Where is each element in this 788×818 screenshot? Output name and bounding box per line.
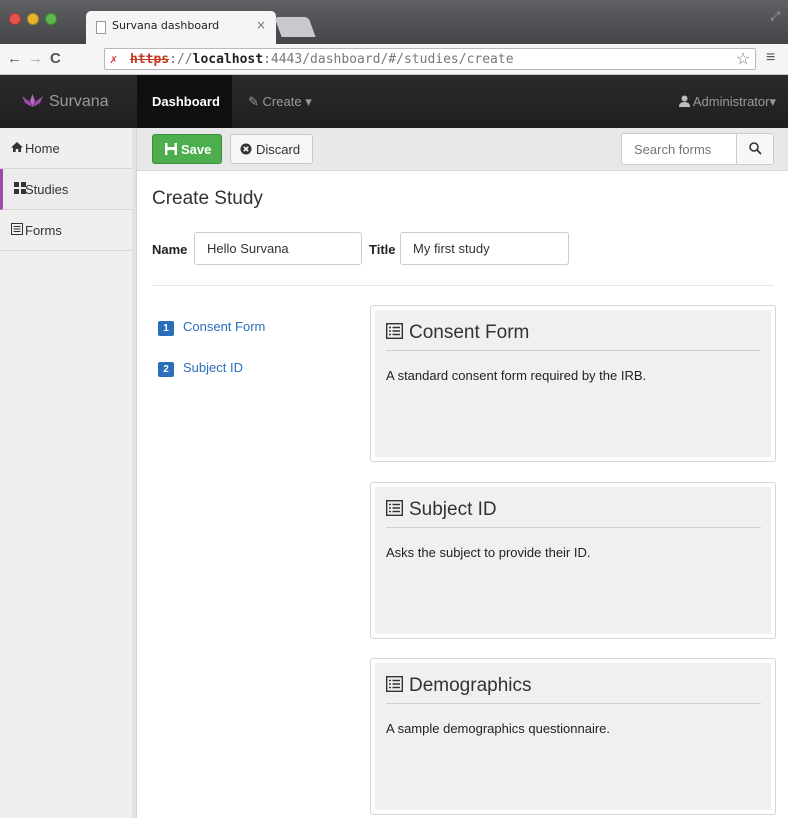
minimize-window-button[interactable] <box>27 13 39 25</box>
insecure-lock-icon[interactable]: ✗ <box>110 52 117 66</box>
brand[interactable]: Survana <box>22 93 109 111</box>
list-icon <box>386 676 403 692</box>
name-label: Name <box>152 242 188 257</box>
title-label: Title <box>369 242 396 257</box>
bookmark-star-icon[interactable]: ☆ <box>736 49 750 69</box>
maximize-window-button[interactable] <box>45 13 57 25</box>
tab-close-icon[interactable]: × <box>256 18 266 32</box>
card-body: Consent Form A standard consent form req… <box>375 310 771 457</box>
user-menu-label: Administrator <box>692 94 770 109</box>
card-title: Consent Form <box>409 322 530 343</box>
page-title: Create Study <box>152 188 263 209</box>
divider <box>152 285 774 286</box>
user-icon <box>678 95 690 107</box>
fullscreen-icon[interactable]: ⤢ <box>770 9 780 24</box>
step-item-consent-form[interactable]: 1 Consent Form <box>158 319 265 336</box>
address-bar[interactable]: ✗ https://localhost:4443/dashboard/#/stu… <box>104 48 756 70</box>
sidebar-item-studies[interactable]: Studies <box>0 169 133 210</box>
step-label: Subject ID <box>183 360 243 375</box>
study-title-field[interactable] <box>400 232 569 265</box>
step-item-subject-id[interactable]: 2 Subject ID <box>158 360 243 377</box>
caret-down-icon: ▾ <box>305 94 312 109</box>
app-navbar: Survana Dashboard ✎ Create ▾ Administrat… <box>0 75 788 128</box>
sidebar-item-home[interactable]: Home <box>0 128 133 169</box>
close-window-button[interactable] <box>9 13 21 25</box>
save-button[interactable]: Save <box>152 134 222 164</box>
lotus-logo-icon <box>22 94 43 107</box>
grid-icon <box>14 182 26 194</box>
list-icon <box>386 323 403 339</box>
nav-create-label: Create <box>262 94 302 109</box>
card-description: Asks the subject to provide their ID. <box>386 545 591 560</box>
floppy-disk-icon <box>165 143 177 155</box>
form-card-consent-form[interactable]: Consent Form A standard consent form req… <box>370 305 776 462</box>
back-arrow-icon[interactable]: ← <box>7 50 22 67</box>
tab-title: Survana dashboard <box>112 19 220 32</box>
circle-x-icon <box>240 143 252 155</box>
search-group <box>621 133 774 165</box>
home-icon <box>11 142 23 152</box>
sidebar-item-label: Studies <box>25 182 69 197</box>
step-number-badge: 2 <box>158 362 174 377</box>
sidebar-item-forms[interactable]: Forms <box>0 210 133 251</box>
sidebar: Home Studies Forms <box>0 128 137 818</box>
user-menu-dropdown[interactable]: Administrator▾ <box>678 94 776 110</box>
card-title: Demographics <box>409 675 532 696</box>
browser-titlebar: Survana dashboard × ⤢ <box>0 0 788 44</box>
list-icon <box>11 223 23 235</box>
search-forms-input[interactable] <box>622 134 738 164</box>
form-card-demographics[interactable]: Demographics A sample demographics quest… <box>370 658 776 815</box>
card-header: Consent Form <box>386 322 761 351</box>
browser-toolbar: ← → C ✗ https://localhost:4443/dashboard… <box>0 44 788 75</box>
step-number-badge: 1 <box>158 321 174 336</box>
url-scheme: https <box>130 52 170 67</box>
card-body: Subject ID Asks the subject to provide t… <box>375 487 771 634</box>
reload-icon[interactable]: C <box>50 50 61 67</box>
card-header: Subject ID <box>386 499 761 528</box>
url-host: localhost <box>192 52 264 67</box>
sidebar-item-label: Forms <box>25 223 62 238</box>
url-path: :4443/dashboard/#/studies/create <box>263 52 514 67</box>
page-icon <box>96 21 106 34</box>
discard-button[interactable]: Discard <box>230 134 313 164</box>
sidebar-item-label: Home <box>25 141 60 156</box>
form-card-subject-id[interactable]: Subject ID Asks the subject to provide t… <box>370 482 776 639</box>
brand-name: Survana <box>49 93 109 110</box>
list-icon <box>386 500 403 516</box>
url-separator: :// <box>169 52 193 67</box>
save-label: Save <box>181 142 212 157</box>
card-body: Demographics A sample demographics quest… <box>375 663 771 810</box>
search-button[interactable] <box>736 134 773 164</box>
action-bar: Save Discard <box>137 128 788 171</box>
discard-label: Discard <box>256 142 301 157</box>
nav-create-dropdown[interactable]: ✎ Create ▾ <box>248 94 312 110</box>
new-tab-button[interactable] <box>274 17 316 37</box>
caret-down-icon: ▾ <box>769 94 776 109</box>
browser-menu-icon[interactable]: ≡ <box>766 49 775 67</box>
pencil-icon: ✎ <box>248 94 259 109</box>
card-header: Demographics <box>386 675 761 704</box>
forward-arrow-icon[interactable]: → <box>28 50 43 67</box>
browser-tab[interactable]: Survana dashboard × <box>86 11 276 44</box>
step-label: Consent Form <box>183 319 266 334</box>
card-description: A sample demographics questionnaire. <box>386 721 611 736</box>
card-title: Subject ID <box>409 499 497 520</box>
search-icon <box>749 142 762 155</box>
nav-dashboard[interactable]: Dashboard <box>137 75 232 128</box>
card-description: A standard consent form required by the … <box>386 368 647 383</box>
study-name-field[interactable] <box>194 232 362 265</box>
